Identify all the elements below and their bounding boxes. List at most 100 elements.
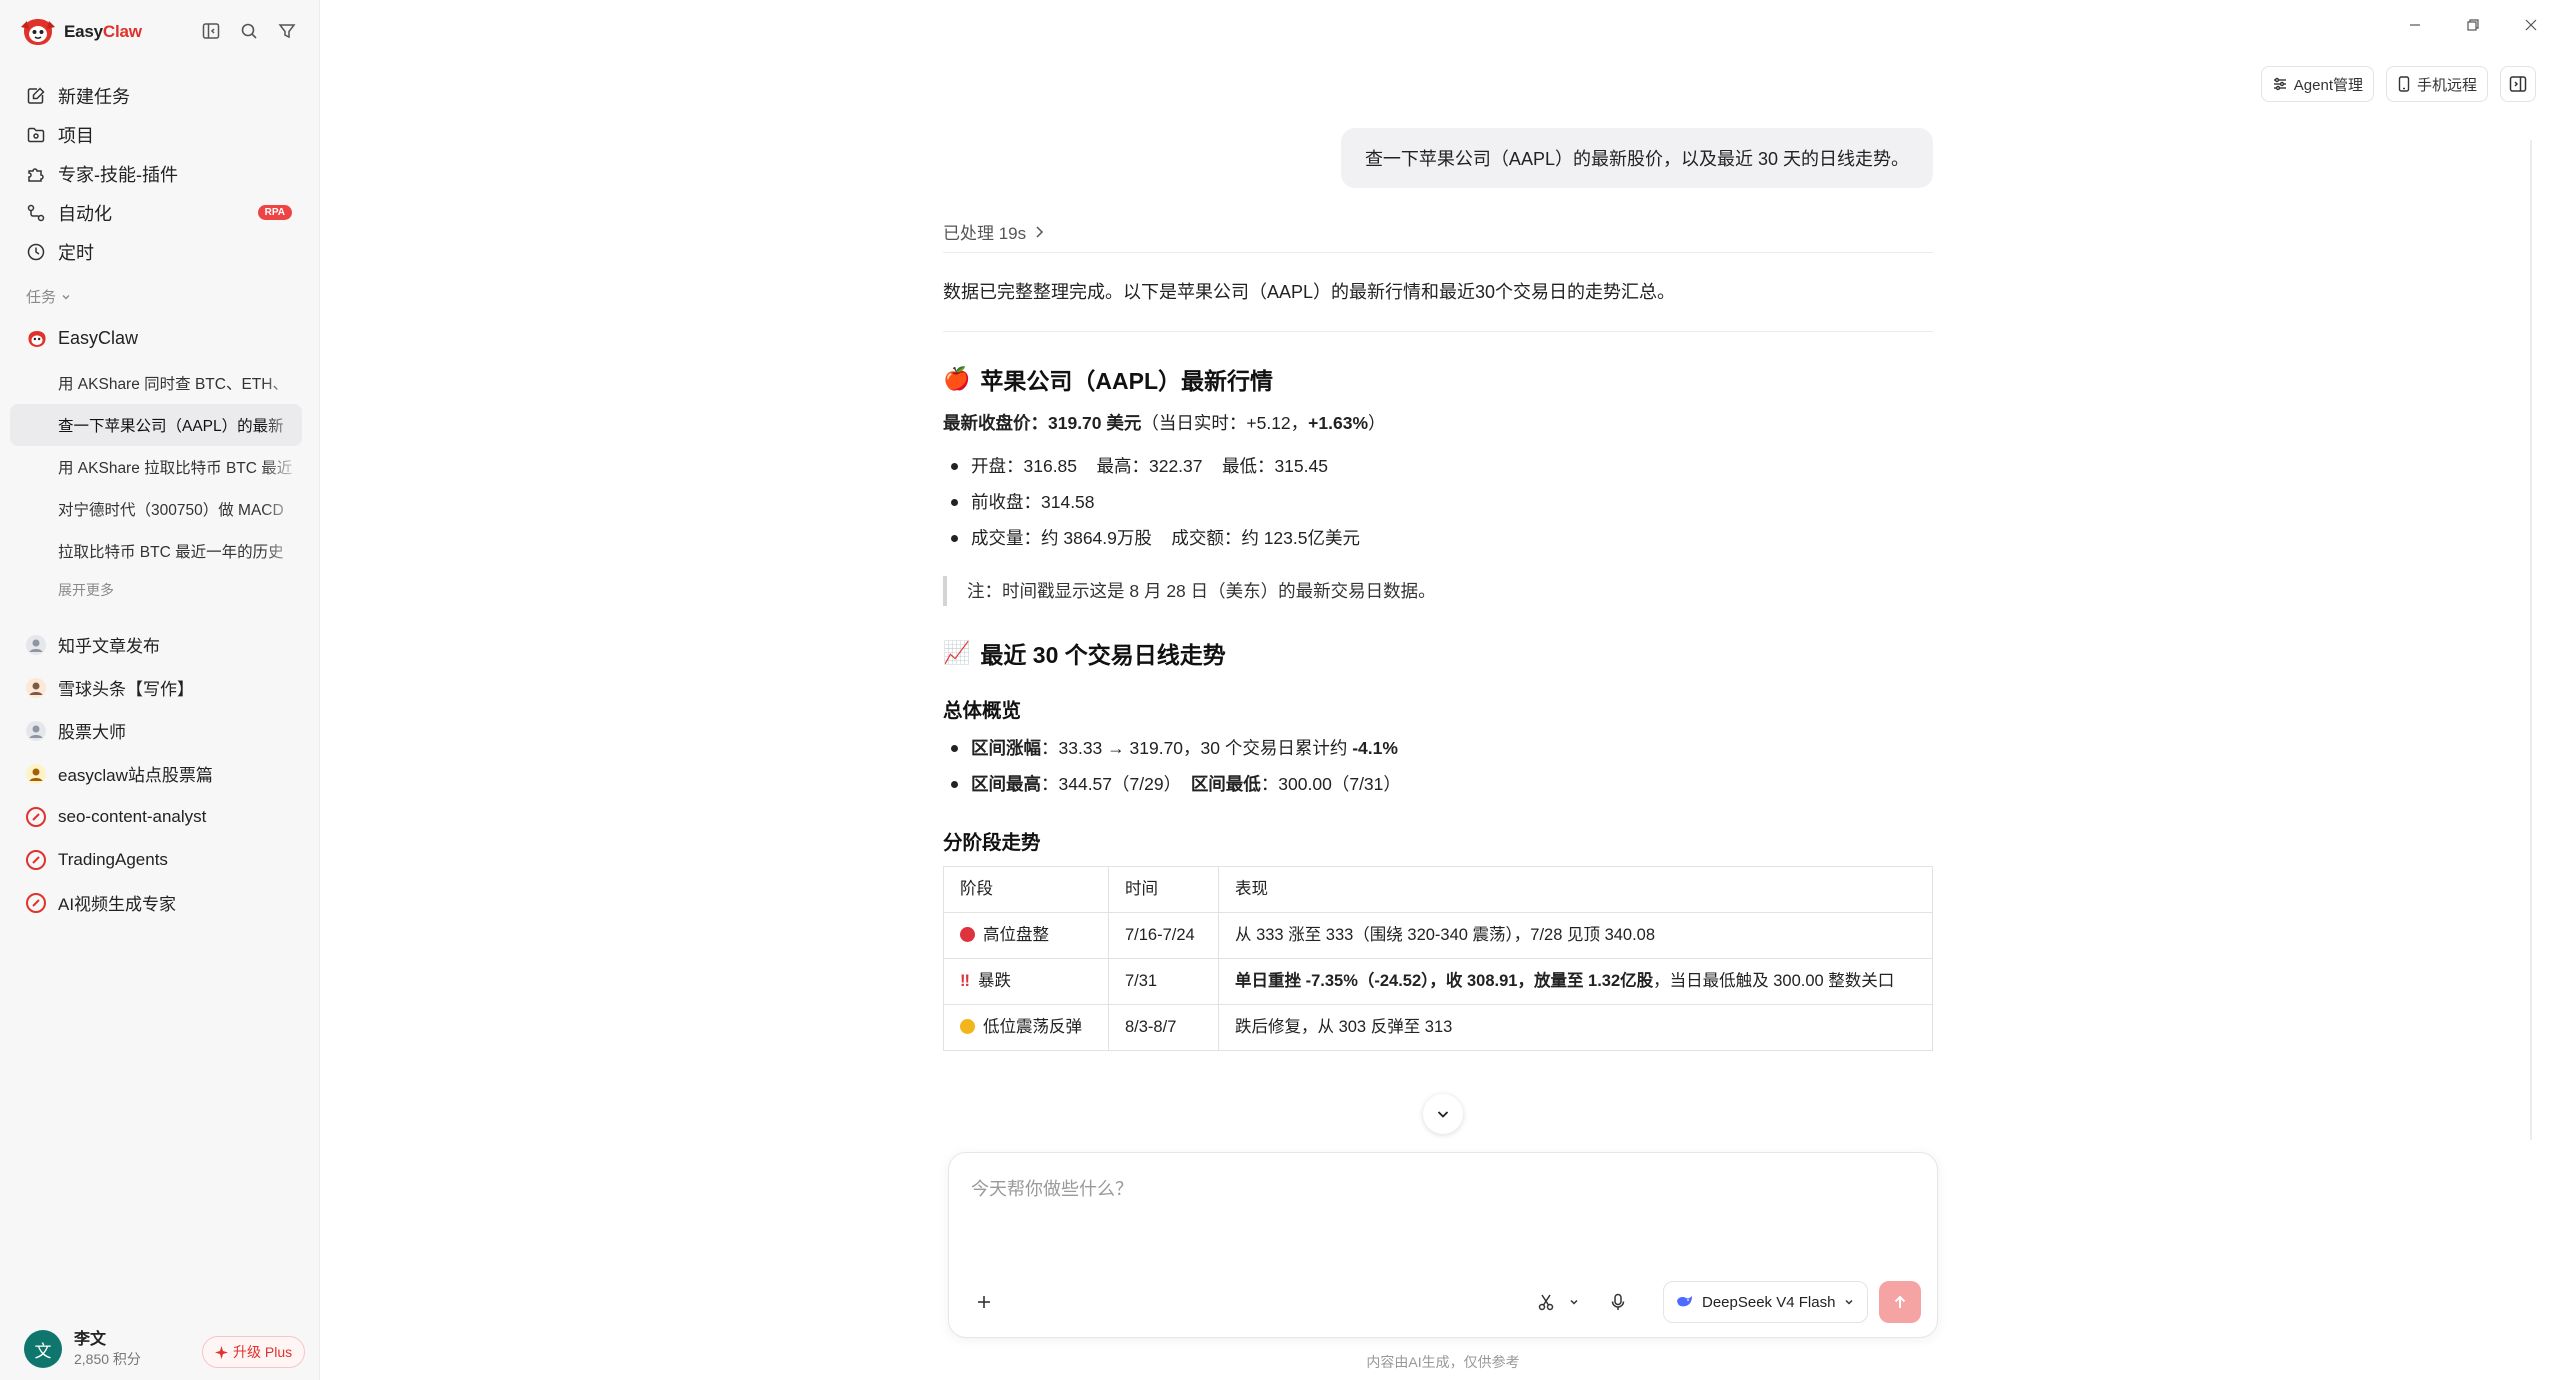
upgrade-label: 升级 Plus <box>233 1344 293 1360</box>
column-header: 时间 <box>1108 866 1219 913</box>
table-row: 低位震荡反弹 8/3-8/7 跌后修复，从 303 反弹至 313 <box>943 1004 1933 1051</box>
user-name: 李文 <box>74 1331 107 1348</box>
phone-remote-button[interactable]: 手机远程 <box>2385 66 2488 102</box>
desc-cell: 从 333 涨至 333（围绕 320-340 震荡），7/28 见顶 340.… <box>1218 912 1933 959</box>
list-item: 区间最高：344.57（7/29） 区间最低：300.00（7/31） <box>943 766 1401 802</box>
window-controls <box>2386 10 2560 40</box>
task-item[interactable]: 拉取比特币 BTC 最近一年的历史 <box>10 530 302 572</box>
agent-item[interactable]: 知乎文章发布 <box>16 623 304 666</box>
task-title: 查一下苹果公司（AAPL）的最新 <box>58 418 284 435</box>
rpa-badge: RPA <box>257 205 292 220</box>
sliders-icon <box>2273 77 2286 91</box>
automation-icon <box>27 204 45 221</box>
user-profile[interactable]: 文 李文 2,850 积分 <box>24 1330 141 1368</box>
nav-new-task[interactable]: 新建任务 <box>16 76 304 115</box>
note-blockquote: 注：时间戳显示这是 8 月 28 日（美东）的最新交易日数据。 <box>943 576 1436 606</box>
panel-toggle-button[interactable] <box>2500 66 2536 102</box>
person-avatar-icon <box>26 634 46 655</box>
task-item[interactable]: 用 AKShare 拉取比特币 BTC 最近 <box>10 446 302 488</box>
agent-list: 知乎文章发布 雪球头条【写作】 股票大师 easyclaw站点股票篇 seo-c… <box>16 623 304 924</box>
voice-input-button[interactable] <box>1601 1285 1635 1319</box>
nav-label: 新建任务 <box>58 86 130 107</box>
arrow-up-icon <box>1894 1295 1906 1308</box>
minimize-icon[interactable] <box>2386 10 2444 40</box>
task-group-easyclaw[interactable]: EasyClaw <box>26 328 138 349</box>
panel-toggle-icon <box>2509 76 2527 92</box>
list-item: 区间涨幅：33.33 → 319.70，30 个交易日累计约 -4.1% <box>943 730 1401 766</box>
apple-icon: 🍎 <box>943 366 971 392</box>
agent-item[interactable]: AI视频生成专家 <box>16 881 304 924</box>
range-change-label: 区间涨幅 <box>971 738 1041 758</box>
task-item[interactable]: 用 AKShare 同时查 BTC、ETH、 <box>10 362 302 404</box>
model-selector[interactable]: DeepSeek V4 Flash <box>1663 1281 1869 1323</box>
search-icon[interactable] <box>238 20 260 42</box>
processed-toggle[interactable]: 已处理 19s <box>943 219 1044 244</box>
model-name: DeepSeek V4 Flash <box>1702 1293 1836 1311</box>
chevron-down-icon <box>1845 1299 1853 1305</box>
stage-name: 暴跌 <box>977 972 1011 990</box>
expand-more-link[interactable]: 展开更多 <box>10 572 302 608</box>
scroll-to-bottom-button[interactable] <box>1423 1094 1463 1134</box>
folder-icon <box>27 127 45 142</box>
task-title: 用 AKShare 同时查 BTC、ETH、 <box>58 376 288 393</box>
tasks-section-toggle[interactable]: 任务 <box>26 286 72 307</box>
agent-name: AI视频生成专家 <box>58 895 177 914</box>
composer-input[interactable]: 今天帮你做些什么？ <box>971 1175 1133 1201</box>
restore-icon[interactable] <box>2444 10 2502 40</box>
toggle-sidebar-icon[interactable] <box>200 20 222 42</box>
phone-remote-label: 手机远程 <box>2416 76 2477 94</box>
yellow-circle-icon <box>960 1019 975 1034</box>
task-title: 对宁德时代（300750）做 MACD <box>58 502 284 519</box>
agent-item[interactable]: TradingAgents <box>16 838 304 881</box>
message-composer[interactable]: 今天帮你做些什么？ DeepSeek V4 Flash <box>948 1152 1938 1338</box>
filter-icon[interactable] <box>276 20 298 42</box>
tasks-section-label: 任务 <box>26 289 57 306</box>
tools-dropdown[interactable] <box>1563 1285 1585 1319</box>
table-header-row: 阶段 时间 表现 <box>943 866 1933 913</box>
brand[interactable]: EasyClaw <box>20 16 142 48</box>
deepseek-whale-icon <box>1677 1296 1692 1307</box>
user-message-bubble: 查一下苹果公司（AAPL）的最新股价，以及最近 30 天的日线走势。 <box>1340 128 1933 188</box>
stage-name: 低位震荡反弹 <box>983 1018 1082 1036</box>
brand-name-part1: Easy <box>64 22 103 41</box>
easyclaw-logo-icon <box>20 17 56 47</box>
user-points: 2,850 积分 <box>74 1351 141 1367</box>
quote-bullets: 开盘：316.85 最高：322.37 最低：315.45 前收盘：314.58… <box>943 448 1360 556</box>
upgrade-plus-button[interactable]: 升级 Plus <box>202 1336 306 1368</box>
sidebar: EasyClaw 新建任务 项目 专家-技能-插件 自动化 RPA 定时 任务 … <box>0 0 320 1380</box>
close-icon[interactable] <box>2502 10 2560 40</box>
chevron-right-icon <box>1036 225 1044 238</box>
nav-schedule[interactable]: 定时 <box>16 232 304 271</box>
task-title: 拉取比特币 BTC 最近一年的历史 <box>58 544 284 561</box>
chevron-down-icon <box>1570 1299 1578 1305</box>
ai-disclaimer: 内容由AI生成，仅供参考 <box>1366 1354 1520 1370</box>
agent-item[interactable]: seo-content-analyst <box>16 795 304 838</box>
range-change-pct: -4.1% <box>1352 738 1398 758</box>
task-item[interactable]: 对宁德时代（300750）做 MACD <box>10 488 302 530</box>
nav-experts-skills[interactable]: 专家-技能-插件 <box>16 154 304 193</box>
nav-projects[interactable]: 项目 <box>16 115 304 154</box>
agent-name: 股票大师 <box>58 723 126 742</box>
agent-item[interactable]: 雪球头条【写作】 <box>16 666 304 709</box>
stage-cell: 低位震荡反弹 <box>943 1004 1109 1051</box>
send-button[interactable] <box>1879 1281 1921 1323</box>
range-low-label: 区间最低 <box>1190 774 1261 794</box>
stage-table: 阶段 时间 表现 高位盘整 7/16-7/24 从 333 涨至 333（围绕 … <box>943 866 1933 1051</box>
agent-manage-button[interactable]: Agent管理 <box>2260 66 2374 102</box>
column-header: 表现 <box>1218 866 1933 913</box>
attach-button[interactable] <box>967 1285 1001 1319</box>
skill-logo-icon <box>26 806 46 827</box>
nav-automation[interactable]: 自动化 RPA <box>16 193 304 232</box>
agent-item[interactable]: 股票大师 <box>16 709 304 752</box>
group-name: EasyClaw <box>58 328 139 348</box>
scrollbar-track[interactable] <box>2530 140 2532 1140</box>
agent-item[interactable]: easyclaw站点股票篇 <box>16 752 304 795</box>
nav-label: 定时 <box>58 242 94 263</box>
table-row: 高位盘整 7/16-7/24 从 333 涨至 333（围绕 320-340 震… <box>943 912 1933 959</box>
task-list: 用 AKShare 同时查 BTC、ETH、 查一下苹果公司（AAPL）的最新 … <box>10 362 302 608</box>
latest-close-line: 最新收盘价：319.70 美元（当日实时：+5.12，+1.63%） <box>943 410 1386 435</box>
close-paren: ） <box>1368 413 1386 433</box>
task-item-active[interactable]: 查一下苹果公司（AAPL）的最新 <box>10 404 302 446</box>
tools-button[interactable] <box>1529 1285 1563 1319</box>
chevron-down-icon <box>62 294 70 299</box>
